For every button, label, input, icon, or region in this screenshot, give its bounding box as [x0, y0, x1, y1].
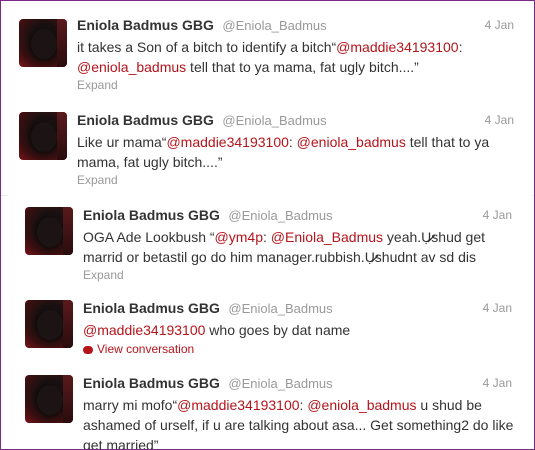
user-handle[interactable]: @Eniola_Badmus — [228, 208, 332, 223]
tweet-text: @maddie34193100 who goes by dat name — [83, 320, 520, 340]
tweet-timeline: Eniola Badmus GBG @Eniola_Badmus 4 Jan i… — [0, 0, 535, 450]
user-name[interactable]: Eniola Badmus GBG — [77, 17, 214, 33]
expand-link[interactable]: Expand — [77, 78, 522, 92]
text-pre: OGA Ade Lookbush “ — [83, 229, 215, 245]
mention-link[interactable]: @ym4p — [215, 229, 263, 245]
mention-link[interactable]: @eniola_badmus — [307, 397, 416, 413]
text-mid: : — [288, 134, 297, 150]
tweet-text: it takes a Son of a bitch to identify a … — [77, 37, 522, 77]
tweet-header: Eniola Badmus GBG @Eniola_Badmus 4 Jan — [83, 207, 520, 225]
text-post: who goes by dat name — [205, 322, 351, 338]
view-conversation-label[interactable]: View conversation — [97, 342, 194, 356]
tweet-header: Eniola Badmus GBG @Eniola_Badmus 4 Jan — [77, 17, 522, 35]
text-pre: Like ur mama“ — [77, 134, 167, 150]
mention-link[interactable]: @maddie34193100 — [166, 134, 288, 150]
timestamp[interactable]: 4 Jan — [483, 208, 512, 222]
tweet-content: Eniola Badmus GBG @Eniola_Badmus 4 Jan O… — [83, 207, 520, 282]
tweet[interactable]: Eniola Badmus GBG @Eniola_Badmus 4 Jan i… — [1, 1, 534, 101]
avatar[interactable] — [25, 375, 73, 423]
tweet-content: Eniola Badmus GBG @Eniola_Badmus 4 Jan i… — [77, 17, 522, 92]
avatar[interactable] — [25, 300, 73, 348]
mention-link[interactable]: @eniola_badmus — [77, 59, 186, 75]
tweet-header: Eniola Badmus GBG @Eniola_Badmus 4 Jan — [77, 112, 522, 130]
expand-link[interactable]: Expand — [77, 173, 522, 187]
expand-link[interactable]: Expand — [83, 268, 520, 282]
tweet-content: Eniola Badmus GBG @Eniola_Badmus 4 Jan @… — [83, 300, 520, 356]
user-handle[interactable]: @Eniola_Badmus — [228, 376, 332, 391]
user-name[interactable]: Eniola Badmus GBG — [83, 207, 220, 223]
speech-bubble-icon — [83, 346, 93, 354]
user-name[interactable]: Eniola Badmus GBG — [83, 375, 220, 391]
tweet-content: Eniola Badmus GBG @Eniola_Badmus 4 Jan L… — [77, 112, 522, 187]
tweet-header: Eniola Badmus GBG @Eniola_Badmus 4 Jan — [83, 300, 520, 318]
mention-link[interactable]: @maddie34193100 — [83, 322, 205, 338]
user-handle[interactable]: @Eniola_Badmus — [228, 301, 332, 316]
timestamp[interactable]: 4 Jan — [483, 301, 512, 315]
text-mid: : — [262, 229, 271, 245]
tweet[interactable]: Eniola Badmus GBG @Eniola_Badmus 4 Jan L… — [1, 100, 534, 196]
mention-link[interactable]: @eniola_badmus — [297, 134, 406, 150]
user-handle[interactable]: @Eniola_Badmus — [222, 113, 326, 128]
user-name[interactable]: Eniola Badmus GBG — [77, 112, 214, 128]
text-post: tell that to ya mama, fat ugly bitch....… — [186, 59, 419, 75]
tweet-content: Eniola Badmus GBG @Eniola_Badmus 4 Jan m… — [83, 375, 520, 449]
tweet-header: Eniola Badmus GBG @Eniola_Badmus 4 Jan — [83, 375, 520, 393]
tweet-text: marry mi mofo“@maddie34193100: @eniola_b… — [83, 395, 520, 449]
avatar[interactable] — [19, 112, 67, 160]
tweet[interactable]: Eniola Badmus GBG @Eniola_Badmus 4 Jan m… — [7, 363, 532, 449]
mention-link[interactable]: @maddie34193100 — [336, 39, 458, 55]
avatar[interactable] — [25, 207, 73, 255]
timestamp[interactable]: 4 Jan — [485, 113, 514, 127]
mention-link[interactable]: @maddie34193100 — [177, 397, 299, 413]
tweet-text: OGA Ade Lookbush “@ym4p: @Eniola_Badmus … — [83, 227, 520, 267]
tweet-text: Like ur mama“@maddie34193100: @eniola_ba… — [77, 132, 522, 172]
text-mid: : — [458, 39, 463, 55]
user-name[interactable]: Eniola Badmus GBG — [83, 300, 220, 316]
avatar[interactable] — [19, 19, 67, 67]
user-handle[interactable]: @Eniola_Badmus — [222, 18, 326, 33]
text-pre: it takes a Son of a bitch to identify a … — [77, 39, 337, 55]
mention-link[interactable]: @Eniola_Badmus — [271, 229, 383, 245]
timestamp[interactable]: 4 Jan — [483, 376, 512, 390]
tweet[interactable]: Eniola Badmus GBG @Eniola_Badmus 4 Jan O… — [7, 195, 532, 289]
tweet[interactable]: Eniola Badmus GBG @Eniola_Badmus 4 Jan @… — [7, 288, 532, 364]
view-conversation-link[interactable]: View conversation — [83, 342, 520, 356]
timestamp[interactable]: 4 Jan — [485, 18, 514, 32]
text-pre: marry mi mofo“ — [83, 397, 178, 413]
